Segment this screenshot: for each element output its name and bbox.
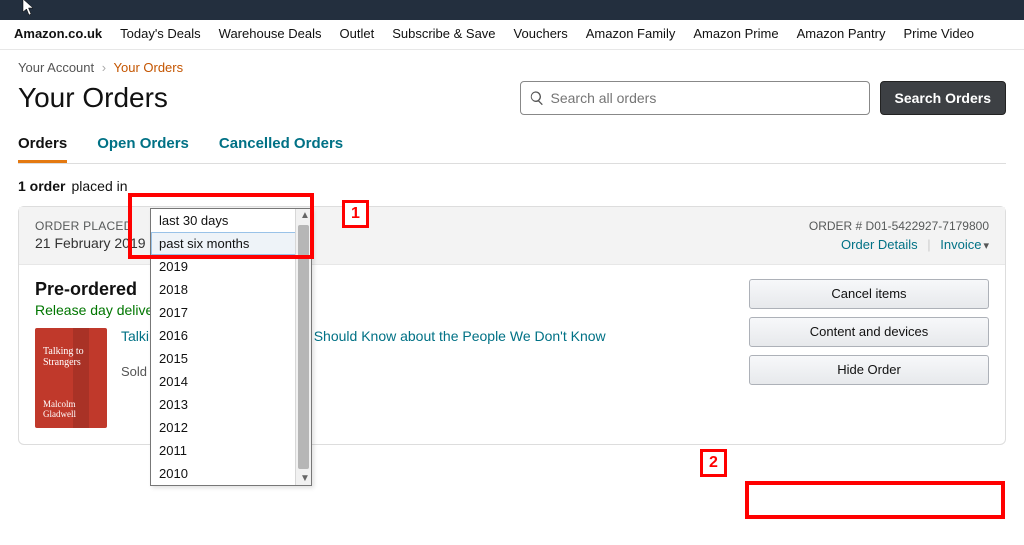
secondary-nav: Amazon.co.uk Today's Deals Warehouse Dea… <box>0 20 1024 50</box>
thumb-title: Talking to Strangers <box>43 346 99 368</box>
hide-order-button[interactable]: Hide Order <box>749 355 989 385</box>
nav-prime-video[interactable]: Prime Video <box>903 26 974 41</box>
breadcrumb-account[interactable]: Your Account <box>18 60 94 75</box>
nav-outlet[interactable]: Outlet <box>340 26 375 41</box>
dropdown-option[interactable]: last 30 days <box>151 209 311 232</box>
dropdown-scrollbar[interactable]: ▲ ▼ <box>295 209 311 485</box>
content-devices-button[interactable]: Content and devices <box>749 317 989 347</box>
page-title: Your Orders <box>18 82 168 114</box>
dropdown-option[interactable]: past six months <box>151 232 311 255</box>
cursor-icon <box>22 0 36 21</box>
preordered-heading: Pre-ordered <box>35 279 749 300</box>
breadcrumb: Your Account › Your Orders <box>18 60 1006 75</box>
nav-amazon-family[interactable]: Amazon Family <box>586 26 676 41</box>
nav-todays-deals[interactable]: Today's Deals <box>120 26 201 41</box>
tab-cancelled-orders[interactable]: Cancelled Orders <box>219 127 343 163</box>
dropdown-option[interactable]: 2017 <box>151 301 311 324</box>
breadcrumb-current: Your Orders <box>114 60 184 75</box>
annotation-highlight-2 <box>745 481 1005 519</box>
scroll-down-icon[interactable]: ▼ <box>300 473 310 484</box>
dropdown-option[interactable]: 2010 <box>151 462 311 485</box>
window-top-bar <box>0 0 1024 20</box>
nav-amazon-prime[interactable]: Amazon Prime <box>693 26 778 41</box>
dropdown-option[interactable]: 2015 <box>151 347 311 370</box>
nav-vouchers[interactable]: Vouchers <box>514 26 568 41</box>
order-count-suffix: placed in <box>71 178 127 194</box>
order-tabs: Orders Open Orders Cancelled Orders <box>18 127 1006 164</box>
cancel-items-button[interactable]: Cancel items <box>749 279 989 309</box>
dropdown-option[interactable]: 2016 <box>151 324 311 347</box>
nav-amazon-pantry[interactable]: Amazon Pantry <box>797 26 886 41</box>
annotation-number-1: 1 <box>342 200 369 228</box>
search-icon <box>529 90 545 106</box>
order-details-link[interactable]: Order Details <box>841 237 918 252</box>
release-prefix: Release day delivery: <box>35 302 169 318</box>
scroll-up-icon[interactable]: ▲ <box>300 210 310 221</box>
order-count: 1 order <box>18 178 65 194</box>
nav-warehouse-deals[interactable]: Warehouse Deals <box>219 26 322 41</box>
time-range-dropdown[interactable]: ▲ ▼ last 30 days past six months 2019 20… <box>150 208 312 486</box>
annotation-number-2: 2 <box>700 449 727 477</box>
dropdown-option[interactable]: 2018 <box>151 278 311 301</box>
item-thumbnail[interactable]: Talking to Strangers Malcolm Gladwell <box>35 328 107 428</box>
nav-subscribe-save[interactable]: Subscribe & Save <box>392 26 495 41</box>
dropdown-option[interactable]: 2019 <box>151 255 311 278</box>
breadcrumb-sep: › <box>102 60 106 75</box>
thumb-author: Malcolm Gladwell <box>43 400 107 420</box>
links-divider: | <box>927 237 930 252</box>
dropdown-option[interactable]: 2012 <box>151 416 311 439</box>
order-placed-label: ORDER PLACED <box>35 219 146 233</box>
search-input[interactable] <box>551 90 861 106</box>
order-number: ORDER # D01-5422927-7179800 <box>809 219 989 233</box>
chevron-down-icon: ▾ <box>983 240 989 252</box>
tab-open-orders[interactable]: Open Orders <box>97 127 189 163</box>
dropdown-option[interactable]: 2014 <box>151 370 311 393</box>
order-placed-value: 21 February 2019 <box>35 235 146 251</box>
order-count-line: 1 order placed in <box>18 178 1006 194</box>
dropdown-option[interactable]: 2011 <box>151 439 311 462</box>
search-orders-box[interactable] <box>520 81 870 115</box>
nav-brand[interactable]: Amazon.co.uk <box>14 26 102 41</box>
release-line: Release day delivery: 10 September 2019 <box>35 302 749 318</box>
search-orders-button[interactable]: Search Orders <box>880 81 1007 115</box>
dropdown-option[interactable]: 2013 <box>151 393 311 416</box>
tab-orders[interactable]: Orders <box>18 127 67 163</box>
invoice-link[interactable]: Invoice <box>940 237 981 252</box>
